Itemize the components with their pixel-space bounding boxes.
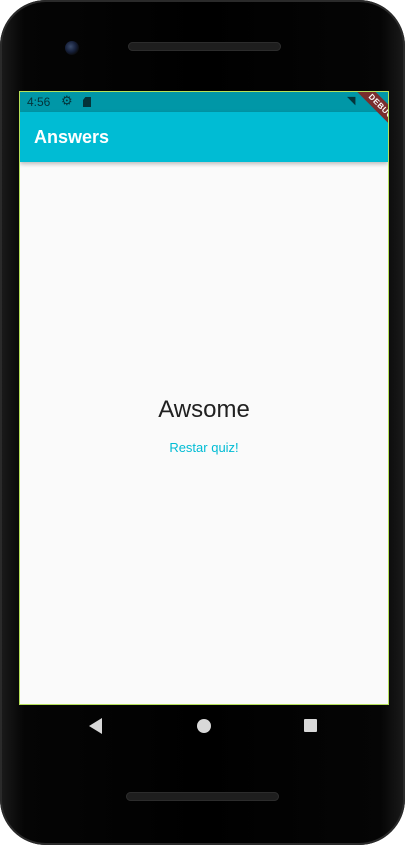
top-speaker: [128, 42, 281, 51]
back-icon[interactable]: [89, 718, 102, 734]
result-text: Awsome: [158, 396, 250, 423]
wifi-icon: ◥: [347, 95, 356, 107]
device-screen: 4:56 ⚙ ◥ Answers DEBUG Awsome Restar qui…: [19, 91, 389, 705]
recents-icon[interactable]: [304, 719, 317, 732]
app-bar: Answers: [20, 112, 388, 162]
restart-quiz-button[interactable]: Restar quiz!: [154, 435, 254, 459]
sd-card-icon: [83, 97, 91, 107]
gear-icon: ⚙: [61, 93, 73, 108]
phone-frame: 4:56 ⚙ ◥ Answers DEBUG Awsome Restar qui…: [0, 0, 405, 845]
page-title: Answers: [34, 127, 110, 147]
main-content: Awsome Restar quiz!: [20, 162, 388, 704]
home-icon[interactable]: [197, 719, 211, 733]
bottom-speaker: [126, 792, 279, 801]
front-camera: [65, 41, 79, 55]
status-bar: 4:56 ⚙ ◥: [20, 92, 388, 112]
status-time: 4:56: [27, 95, 51, 109]
